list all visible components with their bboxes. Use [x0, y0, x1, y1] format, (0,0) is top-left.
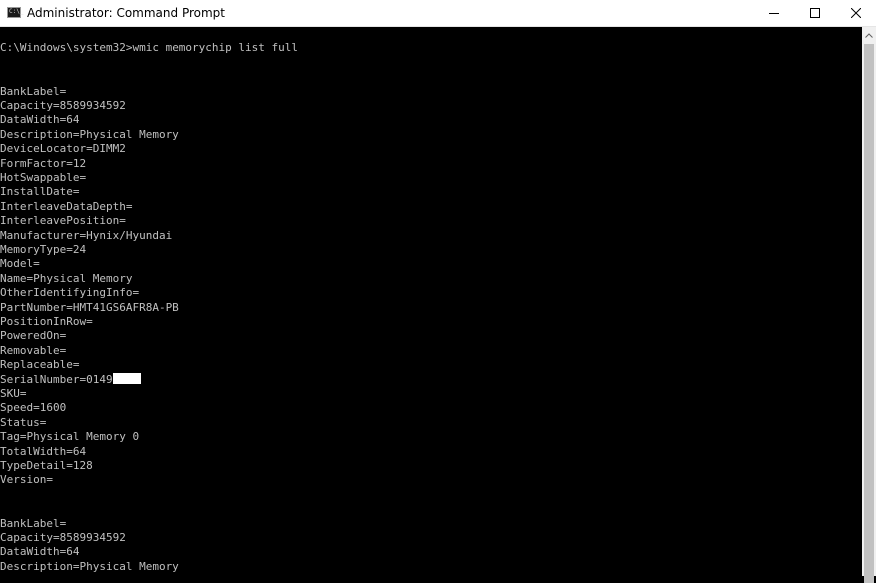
minimize-button[interactable] [754, 0, 794, 26]
output-line: DataWidth=64 [0, 113, 80, 127]
window-title: Administrator: Command Prompt [27, 6, 225, 20]
output-line: Version= [0, 473, 53, 487]
output-line: FormFactor=12 [0, 156, 87, 170]
vertical-scrollbar[interactable] [862, 27, 876, 583]
output-line: HotSwappable= [0, 171, 87, 184]
output-line: DataWidth=64 [0, 545, 80, 559]
window-titlebar[interactable]: C:\_ Administrator: Command Prompt [0, 0, 876, 27]
output-line: InterleaveDataDepth= [0, 199, 133, 213]
maximize-button[interactable] [795, 0, 835, 26]
output-line: Status= [0, 415, 47, 429]
output-line: BankLabel= [0, 516, 67, 530]
output-line: SKU= [0, 387, 27, 400]
scrollbar-thumb[interactable] [864, 44, 874, 583]
output-line: PoweredOn= [0, 329, 67, 343]
output-line: Manufacturer=Hynix/Hyundai [0, 228, 173, 242]
output-line: OtherIdentifyingInfo= [0, 286, 140, 300]
output-line: TypeDetail=128 [0, 459, 93, 472]
output-line: MemoryType=24 [0, 243, 87, 256]
command-prompt-icon: C:\_ [7, 7, 23, 18]
output-line: PartNumber=HMT41GS6AFR8A-PB [0, 300, 179, 314]
output-line: DeviceLocator=DIMM2 [0, 142, 126, 156]
output-line: Name=Physical Memory [0, 271, 133, 285]
typed-command: wmic memorychip list full [132, 41, 299, 54]
output-line: PositionInRow= [0, 315, 93, 328]
output-line: Capacity=8589934592 [0, 99, 126, 112]
command-line: C:\Windows\system32>wmic memorychip list… [0, 41, 298, 55]
output-line: SerialNumber=0149 [0, 372, 141, 387]
prompt-path: C:\Windows\system32> [0, 41, 133, 54]
chevron-up-icon [865, 32, 873, 38]
output-line: Replaceable= [0, 358, 80, 372]
output-line: Model= [0, 257, 40, 271]
output-line: BankLabel= [0, 84, 67, 98]
close-button[interactable] [836, 0, 876, 26]
close-icon [851, 8, 861, 18]
output-line: Tag=Physical Memory 0 [0, 430, 140, 444]
output-line: Description=Physical Memory [0, 559, 179, 573]
maximize-icon [810, 8, 820, 18]
redaction-box [112, 372, 141, 384]
minimize-icon [769, 13, 779, 14]
output-line: InterleavePosition= [0, 214, 126, 228]
output-line: Speed=1600 [0, 401, 67, 415]
output-line: Removable= [0, 343, 67, 357]
scroll-up-button[interactable] [862, 27, 876, 43]
console-output[interactable]: C:\Windows\system32>wmic memorychip list… [0, 27, 862, 576]
output-line: Description=Physical Memory [0, 127, 179, 141]
output-line: TotalWidth=64 [0, 444, 87, 458]
output-line: InstallDate= [0, 185, 80, 199]
output-line: Capacity=8589934592 [0, 531, 126, 544]
